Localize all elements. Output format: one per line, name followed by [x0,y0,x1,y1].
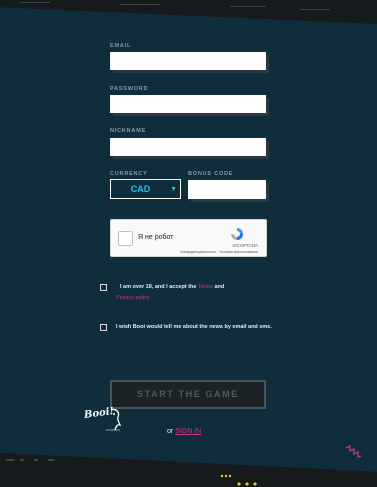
and-text: and [214,284,225,290]
recaptcha-logo-icon [231,228,243,240]
currency-select[interactable]: CAD ▼ [110,179,181,199]
terms-link[interactable]: Terms [198,284,213,290]
age-consent-label: I am over 18, and I accept the [120,284,197,290]
signin-row: or SIGN IN [167,428,201,435]
recaptcha-links[interactable]: Конфиденциальность - Условия использован… [181,250,258,254]
privacy-policy-link[interactable]: Privacy policy [116,295,150,301]
nickname-field[interactable] [110,138,266,156]
bonus-code-field[interactable] [188,180,266,199]
age-consent-checkbox[interactable] [100,284,107,291]
squiggle-icon [345,445,362,458]
recaptcha-brand: reCAPTCHA [232,243,258,248]
start-game-button[interactable]: START THE GAME [110,380,266,409]
top-decorative-band [0,0,377,24]
bottom-decorative-band [0,453,377,487]
recaptcha-widget: Я не робот reCAPTCHA Конфиденциальность … [110,219,267,257]
or-text: or [167,428,174,435]
age-consent-text: I am over 18, and I accept the Terms and… [116,282,268,304]
currency-value: CAD [130,184,151,194]
news-consent-checkbox[interactable] [100,324,107,331]
email-label: EMAIL [110,43,132,49]
recaptcha-checkbox[interactable] [118,231,133,246]
mascot-ghost-icon [106,408,122,431]
recaptcha-label: Я не робот [138,234,174,241]
news-consent-text: I wish Booi would tell me about the news… [116,324,272,330]
email-field[interactable] [110,52,266,70]
nickname-label: NICKNAME [110,128,147,134]
dots-decoration-icon [220,474,257,486]
bonus-code-label: BONUS CODE [188,171,234,177]
password-label: PASSWORD [110,86,149,92]
currency-label: CURRENCY [110,171,148,177]
sign-in-link[interactable]: SIGN IN [175,428,201,435]
chevron-down-icon: ▼ [170,186,177,193]
password-field[interactable] [110,95,266,113]
